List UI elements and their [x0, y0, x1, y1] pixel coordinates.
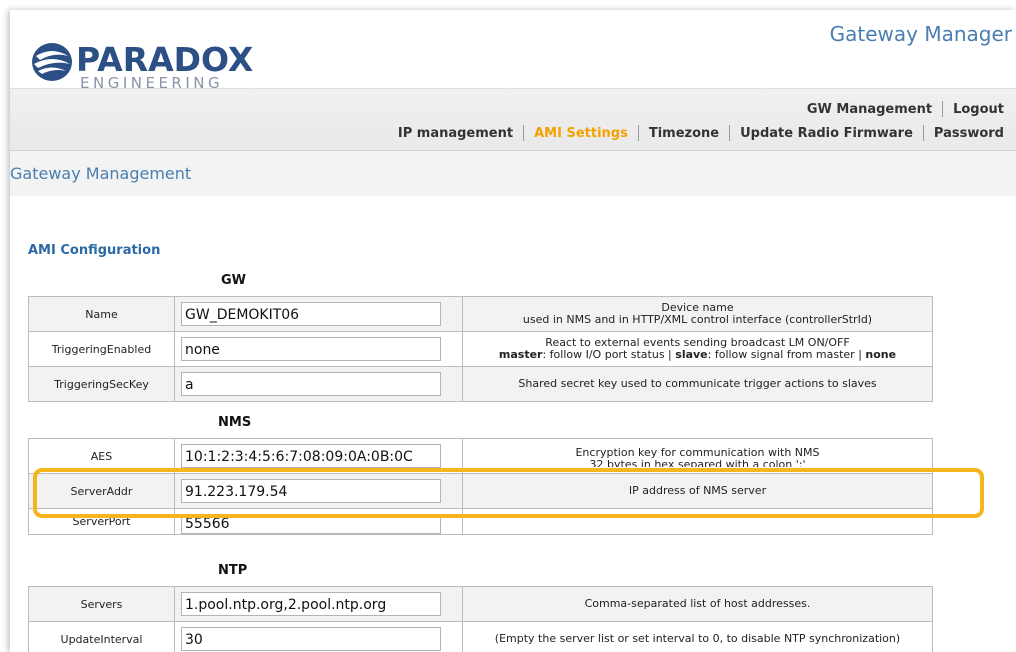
- nav-row-top: GW Management Logout: [797, 101, 1004, 117]
- group-label-gw: GW: [221, 273, 247, 288]
- nav-ami-settings[interactable]: AMI Settings: [524, 126, 638, 141]
- nav-logout[interactable]: Logout: [943, 102, 1004, 117]
- app-title: Gateway Manager: [829, 22, 1012, 46]
- row-description: Comma-separated list of host addresses.: [462, 586, 933, 622]
- triggering-sec-key-input[interactable]: a: [181, 372, 441, 396]
- ntp-servers-input[interactable]: 1.pool.ntp.org,2.pool.ntp.org: [181, 592, 441, 616]
- group-label-nms: NMS: [218, 415, 252, 430]
- nav-update-radio-firmware[interactable]: Update Radio Firmware: [730, 126, 923, 141]
- table-row: Servers 1.pool.ntp.org,2.pool.ntp.org Co…: [28, 586, 933, 622]
- table-row: Name GW_DEMOKIT06 Device name used in NM…: [28, 296, 933, 332]
- row-description: Shared secret key used to communicate tr…: [462, 366, 933, 402]
- nav-password[interactable]: Password: [924, 126, 1004, 141]
- page-header: Gateway Management: [10, 150, 1016, 196]
- row-description: (Empty the server list or set interval t…: [462, 621, 933, 652]
- row-description-detail: 32 bytes in hex separed with a colon ':': [589, 458, 806, 468]
- row-label: TriggeringSecKey: [28, 366, 175, 402]
- update-interval-input[interactable]: 30: [181, 627, 441, 651]
- nav-gw-management[interactable]: GW Management: [797, 102, 942, 117]
- row-label: Name: [28, 296, 175, 332]
- group-label-ntp: NTP: [218, 563, 248, 578]
- page: PARADOX ENGINEERING Gateway Manager GW M…: [10, 10, 1016, 652]
- server-port-input[interactable]: 55566: [181, 516, 441, 534]
- nav-row-bottom: IP management AMI Settings Timezone Upda…: [388, 125, 1004, 141]
- section-title: AMI Configuration: [28, 243, 161, 258]
- triggering-enabled-input[interactable]: none: [181, 337, 441, 361]
- gw-table: Name GW_DEMOKIT06 Device name used in NM…: [28, 296, 933, 402]
- nav-bar: GW Management Logout IP management AMI S…: [10, 88, 1016, 150]
- table-row: TriggeringSecKey a Shared secret key use…: [28, 366, 933, 402]
- table-row: TriggeringEnabled none React to external…: [28, 331, 933, 367]
- aes-input[interactable]: 10:1:2:3:4:5:6:7:08:09:0A:0B:0C: [181, 444, 441, 468]
- nav-ip-management[interactable]: IP management: [388, 126, 523, 141]
- ntp-table: Servers 1.pool.ntp.org,2.pool.ntp.org Co…: [28, 586, 933, 652]
- row-description-detail: used in NMS and in HTTP/XML control inte…: [522, 313, 873, 326]
- row-description-detail: master: follow I/O port status | slave: …: [498, 348, 897, 361]
- paradox-logo: PARADOX ENGINEERING: [30, 34, 253, 94]
- paradox-logo-icon: [32, 43, 72, 81]
- nav-timezone[interactable]: Timezone: [639, 126, 729, 141]
- row-label: TriggeringEnabled: [28, 331, 175, 367]
- row-label: UpdateInterval: [28, 621, 175, 652]
- name-input[interactable]: GW_DEMOKIT06: [181, 302, 441, 326]
- page-title: Gateway Management: [10, 164, 192, 183]
- table-row: UpdateInterval 30 (Empty the server list…: [28, 621, 933, 652]
- row-label: Servers: [28, 586, 175, 622]
- highlight-annotation: [33, 468, 984, 518]
